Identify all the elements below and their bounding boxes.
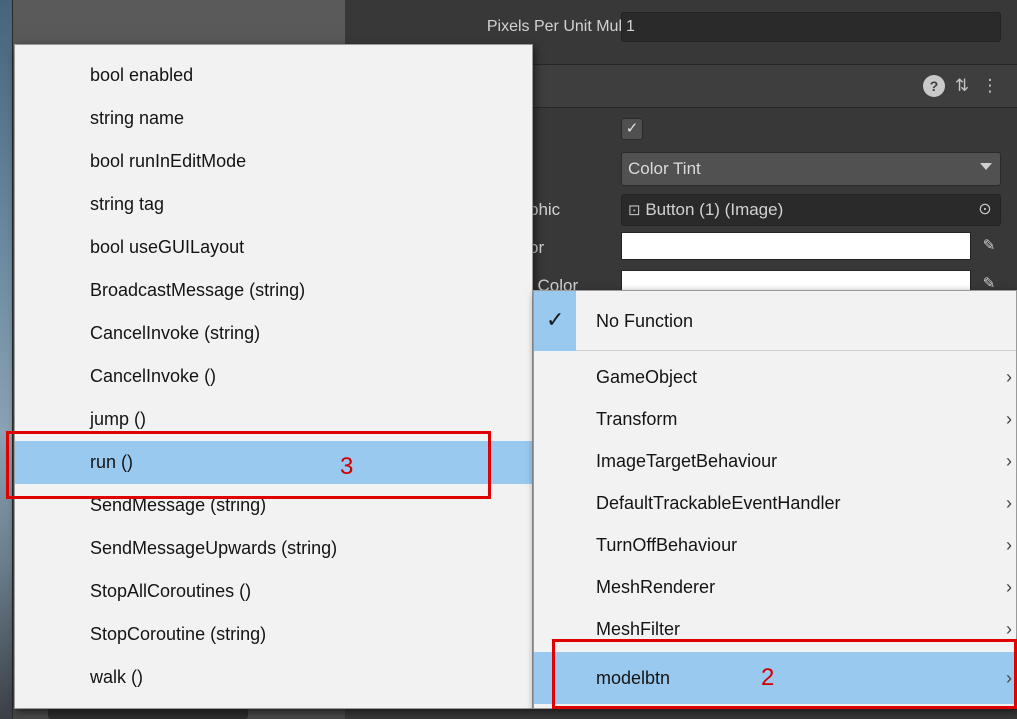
method-item-stopallcoroutines[interactable]: StopAllCoroutines () [15, 570, 532, 613]
target-graphic-label: phic [529, 200, 561, 219]
annotation-label-step2: 2 [761, 664, 775, 691]
chevron-right-icon: › [1006, 409, 1012, 429]
method-item-walk[interactable]: walk () [15, 656, 532, 699]
eyedropper-icon[interactable]: ✎ [976, 233, 1002, 259]
method-item-bool-runineditmode[interactable]: bool runInEditMode [15, 140, 532, 183]
normal-color-field[interactable] [621, 232, 971, 260]
menu-item-turnoffbehaviour[interactable]: TurnOffBehaviour › [534, 524, 1016, 566]
menu-item-no-function[interactable]: No Function [534, 300, 1016, 342]
menu-separator [576, 350, 1016, 351]
menu-item-defaulttrackableeventhandler[interactable]: DefaultTrackableEventHandler › [534, 482, 1016, 524]
method-item-stopcoroutine[interactable]: StopCoroutine (string) [15, 613, 532, 656]
method-item-string-name[interactable]: string name [15, 97, 532, 140]
menu-item-imagetargetbehaviour[interactable]: ImageTargetBehaviour › [534, 440, 1016, 482]
image-icon: ⊡ [628, 202, 641, 219]
menu-item-transform[interactable]: Transform › [534, 398, 1016, 440]
preset-settings-icon[interactable]: ⇅ [951, 75, 973, 97]
target-graphic-value: Button (1) (Image) [645, 200, 784, 219]
interactable-checkbox[interactable]: ✓ [621, 118, 643, 140]
method-item-bool-enabled[interactable]: bool enabled [15, 54, 532, 97]
menu-item-label: DefaultTrackableEventHandler [596, 493, 841, 513]
annotation-label-step3: 3 [340, 453, 354, 480]
annotation-box-step2 [552, 639, 1017, 709]
menu-item-gameobject[interactable]: GameObject › [534, 356, 1016, 398]
chevron-right-icon: › [1006, 535, 1012, 555]
chevron-right-icon: › [1006, 367, 1012, 387]
menu-item-label: TurnOffBehaviour [596, 535, 738, 555]
method-item-bool-useguilayout[interactable]: bool useGUILayout [15, 226, 532, 269]
menu-item-label: MeshFilter [596, 619, 681, 639]
help-icon[interactable]: ? [923, 75, 945, 97]
more-options-icon[interactable]: ⋮ [979, 75, 1001, 97]
bottom-toolbar-strip [48, 708, 248, 719]
method-item-string-tag[interactable]: string tag [15, 183, 532, 226]
menu-item-label: Transform [596, 409, 678, 429]
chevron-right-icon: › [1006, 577, 1012, 597]
menu-item-label: MeshRenderer [596, 577, 716, 597]
pixels-per-unit-field[interactable]: 1 [621, 12, 1001, 42]
menu-item-label: ImageTargetBehaviour [596, 451, 778, 471]
chevron-right-icon: › [1006, 493, 1012, 513]
method-item-cancelinvoke-string[interactable]: CancelInvoke (string) [15, 312, 532, 355]
annotation-box-step3 [6, 431, 491, 499]
method-item-broadcastmessage[interactable]: BroadcastMessage (string) [15, 269, 532, 312]
pixels-per-unit-label: Pixels Per Unit Mul [486, 18, 622, 35]
chevron-down-icon [980, 163, 992, 170]
target-graphic-field[interactable]: ⊡ Button (1) (Image) ⊙ [621, 194, 1001, 226]
transition-dropdown[interactable]: Color Tint [621, 152, 1001, 186]
object-picker-icon[interactable]: ⊙ [974, 199, 996, 221]
method-item-sendmessageupwards[interactable]: SendMessageUpwards (string) [15, 527, 532, 570]
chevron-right-icon: › [1006, 451, 1012, 471]
method-item-cancelinvoke[interactable]: CancelInvoke () [15, 355, 532, 398]
menu-item-label: GameObject [596, 367, 698, 387]
menu-item-meshrenderer[interactable]: MeshRenderer › [534, 566, 1016, 608]
method-menu: bool enabled string name bool runInEditM… [14, 44, 533, 709]
transition-value: Color Tint [628, 159, 701, 178]
